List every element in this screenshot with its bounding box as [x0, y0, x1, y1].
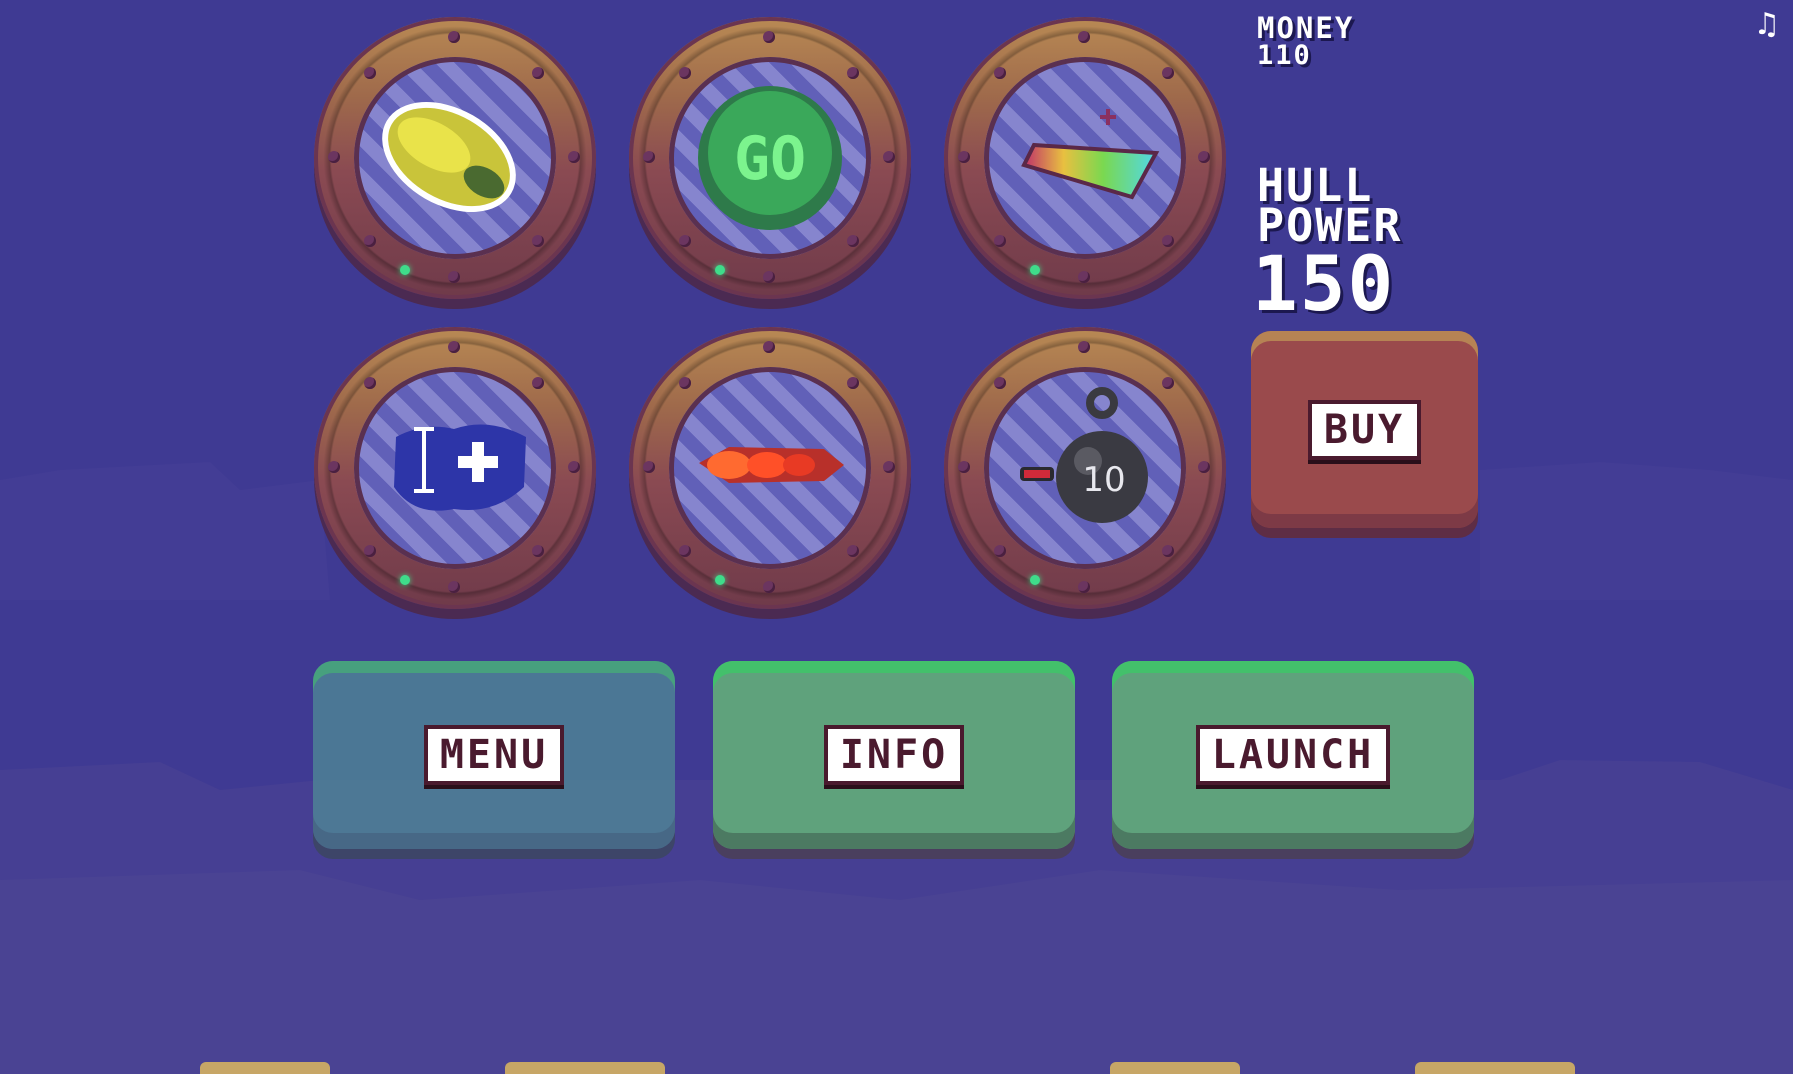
buy-button[interactable]: BUY — [1251, 331, 1478, 528]
status-led — [400, 575, 410, 585]
power-value: 150 — [1252, 239, 1396, 328]
sand-strip — [1110, 1062, 1240, 1074]
red-rocket-icon — [699, 447, 844, 483]
info-button[interactable]: INFO — [713, 661, 1075, 849]
yellow-seed-icon — [382, 102, 516, 212]
rainbow-wing-icon — [1021, 109, 1160, 200]
sand-strip — [1415, 1062, 1575, 1074]
menu-button-label: MENU — [423, 725, 565, 785]
upgrade-slot-rainbow-wing[interactable] — [944, 17, 1226, 299]
go-label: GO — [734, 124, 806, 194]
status-led — [715, 575, 725, 585]
go-boost-icon: GO — [698, 86, 842, 230]
money-label: MONEY — [1257, 11, 1355, 45]
status-led — [1030, 265, 1040, 275]
launch-button-label: LAUNCH — [1195, 725, 1391, 785]
status-led — [1030, 575, 1040, 585]
menu-button[interactable]: MENU — [313, 661, 675, 849]
shield-plus-icon — [394, 424, 526, 511]
money-value: 110 — [1257, 40, 1312, 71]
upgrade-slot-red-rocket[interactable] — [629, 327, 911, 609]
upgrade-slot-go-boost[interactable]: GO — [629, 17, 911, 299]
buy-button-label: BUY — [1307, 399, 1422, 460]
music-note-icon[interactable]: ♫ — [1752, 10, 1782, 40]
upgrade-slot-bomb[interactable]: 10 — [944, 327, 1226, 609]
status-led — [715, 265, 725, 275]
sand-strip — [505, 1062, 665, 1074]
upgrade-slot-yellow-seed[interactable] — [314, 17, 596, 299]
sand-strip — [200, 1062, 330, 1074]
bomb-count: 10 — [1082, 460, 1125, 500]
status-led — [400, 265, 410, 275]
upgrade-slot-shield-plus[interactable] — [314, 327, 596, 609]
bomb-icon: 10 — [1020, 387, 1148, 523]
info-button-label: INFO — [823, 725, 965, 785]
launch-button[interactable]: LAUNCH — [1112, 661, 1474, 849]
